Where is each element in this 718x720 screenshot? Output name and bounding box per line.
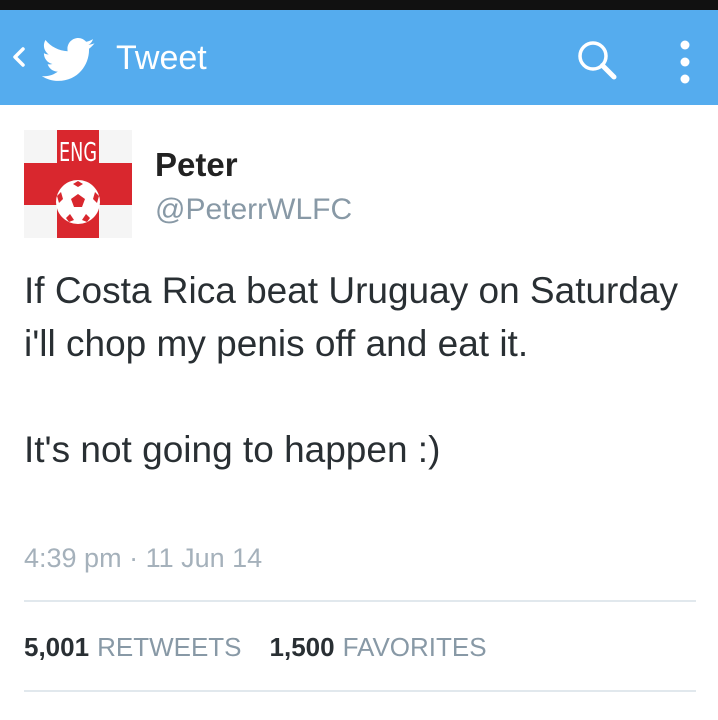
favorites-stat[interactable]: 1,500 FAVORITES [270,630,487,664]
twitter-bird-icon[interactable] [41,38,96,82]
retweets-stat[interactable]: 5,001 RETWEETS [24,630,242,664]
favorites-count: 1,500 [269,632,335,662]
tweet-date: 11 Jun 14 [145,543,263,573]
author-handle[interactable]: @PeterrWLFC [155,191,352,229]
avatar-text: ENG [59,138,97,168]
app-bar: Tweet [0,10,718,105]
status-bar [0,0,718,10]
chevron-left-icon[interactable] [8,40,28,74]
author-name[interactable]: Peter [155,145,238,185]
timestamp-separator: · [121,543,146,573]
retweets-label: RETWEETS [97,632,242,662]
tweet-time: 4:39 pm [24,543,122,573]
search-icon[interactable] [574,38,620,84]
overflow-menu-icon[interactable] [672,36,698,88]
tweet-timestamp: 4:39 pm · 11 Jun 14 [24,541,262,575]
tweet-text: If Costa Rica beat Uruguay on Saturday i… [24,270,679,470]
favorites-label: FAVORITES [342,632,487,662]
divider [24,690,696,692]
avatar[interactable]: ENG [24,130,132,238]
page-title: Tweet [116,39,207,77]
retweets-count: 5,001 [24,632,90,662]
divider [24,600,696,602]
tweet-stats: 5,001 RETWEETS 1,500 FAVORITES [24,630,487,664]
